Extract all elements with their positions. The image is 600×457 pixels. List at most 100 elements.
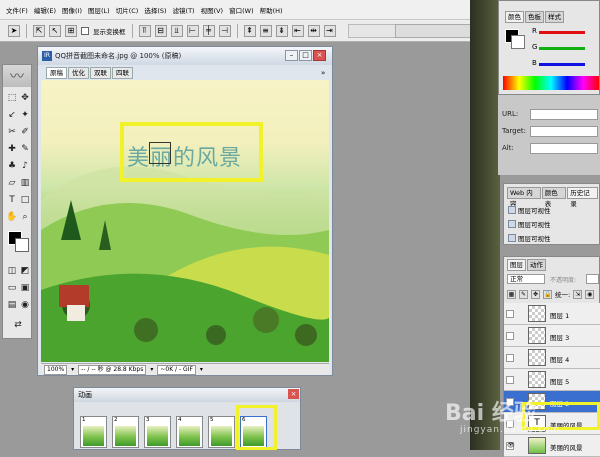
speed-dropdown-icon[interactable]: ▾ <box>150 366 153 373</box>
stamp-tool-icon[interactable]: ♣ <box>6 160 18 172</box>
tab-actions[interactable]: 动作 <box>527 259 546 271</box>
menu-file[interactable]: 文件(F) <box>6 5 28 15</box>
tabs-menu-icon[interactable]: » <box>321 69 325 77</box>
align-right-icon[interactable]: ⊣ <box>218 24 231 37</box>
animation-frame[interactable]: 3 <box>144 416 171 448</box>
menu-layer[interactable]: 图层(L) <box>88 5 110 15</box>
align-bottom-icon[interactable]: ⫫ <box>170 24 183 37</box>
visibility-toggle[interactable] <box>506 376 514 384</box>
screen-mode-icon[interactable]: ◩ <box>19 265 31 277</box>
history-item[interactable]: 图层可视性 <box>508 232 551 243</box>
canvas-title-text[interactable]: 美丽的风景 <box>127 140 242 172</box>
align-center-icon[interactable]: ╪ <box>202 24 215 37</box>
layer-row[interactable]: 图层 3 <box>504 325 600 347</box>
show-transform-checkbox[interactable] <box>81 26 89 35</box>
tab-web-content[interactable]: Web 内容 <box>507 187 541 208</box>
browser-preview-icon[interactable]: ◉ <box>19 299 31 311</box>
quick-mask-icon[interactable]: ◫ <box>6 265 18 277</box>
menu-select[interactable]: 选择(S) <box>144 5 166 15</box>
tab-optimized[interactable]: 优化 <box>68 67 89 79</box>
crop-tool-icon[interactable]: ✂ <box>6 126 18 138</box>
menu-help[interactable]: 帮助(H) <box>260 5 283 15</box>
distribute-right-icon[interactable]: ⇥ <box>323 24 336 37</box>
panel-background-swatch[interactable] <box>511 35 525 49</box>
tab-4up[interactable]: 四联 <box>112 67 133 79</box>
lock-transparency-icon[interactable]: ▦ <box>507 289 516 299</box>
auto-select-icon[interactable]: ⊞ <box>65 24 77 37</box>
eraser-tool-icon[interactable]: ▱ <box>6 177 18 189</box>
animation-panel-title[interactable]: 动画 <box>74 388 300 402</box>
layer-row[interactable]: 图层 1 <box>504 303 600 325</box>
alt-input[interactable] <box>530 143 598 154</box>
lock-position-icon[interactable]: ✥ <box>531 289 540 299</box>
animation-frame[interactable]: 4 <box>176 416 203 448</box>
slice-tool-icon[interactable]: ✐ <box>19 126 31 138</box>
tab-2up[interactable]: 双联 <box>90 67 111 79</box>
visibility-toggle[interactable] <box>506 310 514 318</box>
history-brush-icon[interactable]: ♪ <box>19 160 31 172</box>
menu-image[interactable]: 图像(I) <box>62 5 82 15</box>
brush-tool-icon[interactable]: ✎ <box>19 143 31 155</box>
animation-close-button[interactable]: × <box>288 389 299 399</box>
lock-pixels-icon[interactable]: ✎ <box>519 289 528 299</box>
image-canvas[interactable]: 美丽的风景 <box>41 80 329 362</box>
tab-history[interactable]: 历史记录 <box>567 187 598 208</box>
tab-styles[interactable]: 样式 <box>545 11 564 23</box>
animation-frame[interactable]: 5 <box>208 416 235 448</box>
maximize-button[interactable]: □ <box>299 50 312 61</box>
animation-frame[interactable]: 1 <box>80 416 107 448</box>
blend-mode-select[interactable]: 正常 <box>507 274 545 284</box>
shape-tool-icon[interactable]: □ <box>19 194 31 206</box>
tab-layers[interactable]: 图层 <box>507 259 526 271</box>
gradient-tool-icon[interactable]: ▥ <box>19 177 31 189</box>
arrange-icon[interactable]: ⇱ <box>33 24 45 37</box>
target-input[interactable] <box>530 126 598 137</box>
tab-original[interactable]: 原稿 <box>46 67 67 79</box>
menu-edit[interactable]: 编辑(E) <box>34 5 56 15</box>
tab-swatches[interactable]: 色板 <box>525 11 544 23</box>
opacity-input[interactable] <box>586 274 599 284</box>
marquee-tool-icon[interactable]: ⬚ <box>6 92 18 104</box>
distribute-left-icon[interactable]: ⇤ <box>291 24 304 37</box>
close-button[interactable]: × <box>313 50 326 61</box>
magic-wand-icon[interactable]: ✦ <box>19 109 31 121</box>
move-tool-icon[interactable]: ➤ <box>8 24 20 37</box>
visibility-toggle[interactable]: 👁 <box>506 442 515 450</box>
unify-visibility-icon[interactable]: ◉ <box>585 289 595 299</box>
minimize-button[interactable]: – <box>285 50 298 61</box>
layer-row[interactable]: 图层 4 <box>504 347 600 369</box>
menu-slice[interactable]: 切片(C) <box>116 5 139 15</box>
jump-to-photoshop-icon[interactable]: ⇄ <box>12 319 24 331</box>
visibility-toggle[interactable] <box>506 354 514 362</box>
text-tool-icon[interactable]: T <box>6 194 18 206</box>
red-slider[interactable] <box>539 31 585 34</box>
distribute-top-icon[interactable]: ⇞ <box>243 24 256 37</box>
unify-position-icon[interactable]: ⇲ <box>573 289 583 299</box>
healing-brush-icon[interactable]: ✚ <box>6 143 18 155</box>
layer-row[interactable]: 👁 美丽的风景 <box>504 435 600 457</box>
hand-tool-icon[interactable]: ✋ <box>6 211 18 223</box>
menu-view[interactable]: 视图(V) <box>201 5 224 15</box>
distribute-center-icon[interactable]: ⇹ <box>307 24 320 37</box>
preview-icon[interactable]: ▤ <box>6 299 18 311</box>
animation-frame[interactable]: 2 <box>112 416 139 448</box>
visibility-toggle[interactable] <box>506 332 514 340</box>
format-dropdown-icon[interactable]: ▾ <box>200 366 203 373</box>
zoom-tool-icon[interactable]: ⌕ <box>19 211 31 223</box>
toolbox-header[interactable]: 〰 <box>3 65 31 87</box>
menu-filter[interactable]: 滤镜(T) <box>173 5 195 15</box>
align-top-icon[interactable]: ⫪ <box>138 24 151 37</box>
lock-all-icon[interactable]: 🔒 <box>543 289 552 299</box>
history-item[interactable]: 图层可视性 <box>508 218 551 229</box>
distribute-middle-icon[interactable]: ≡ <box>259 24 272 37</box>
align-left-icon[interactable]: ⊢ <box>186 24 199 37</box>
blue-slider[interactable] <box>539 63 585 66</box>
zoom-field[interactable]: 100% <box>44 364 68 375</box>
distribute-bottom-icon[interactable]: ⇟ <box>275 24 288 37</box>
layer-row[interactable]: 图层 5 <box>504 369 600 391</box>
standard-screen-icon[interactable]: ▭ <box>6 282 18 294</box>
color-spectrum-bar[interactable] <box>503 76 599 90</box>
arrow-icon[interactable]: ↖ <box>49 24 61 37</box>
align-middle-icon[interactable]: ⊟ <box>154 24 167 37</box>
zoom-dropdown-icon[interactable]: ▾ <box>71 366 74 373</box>
